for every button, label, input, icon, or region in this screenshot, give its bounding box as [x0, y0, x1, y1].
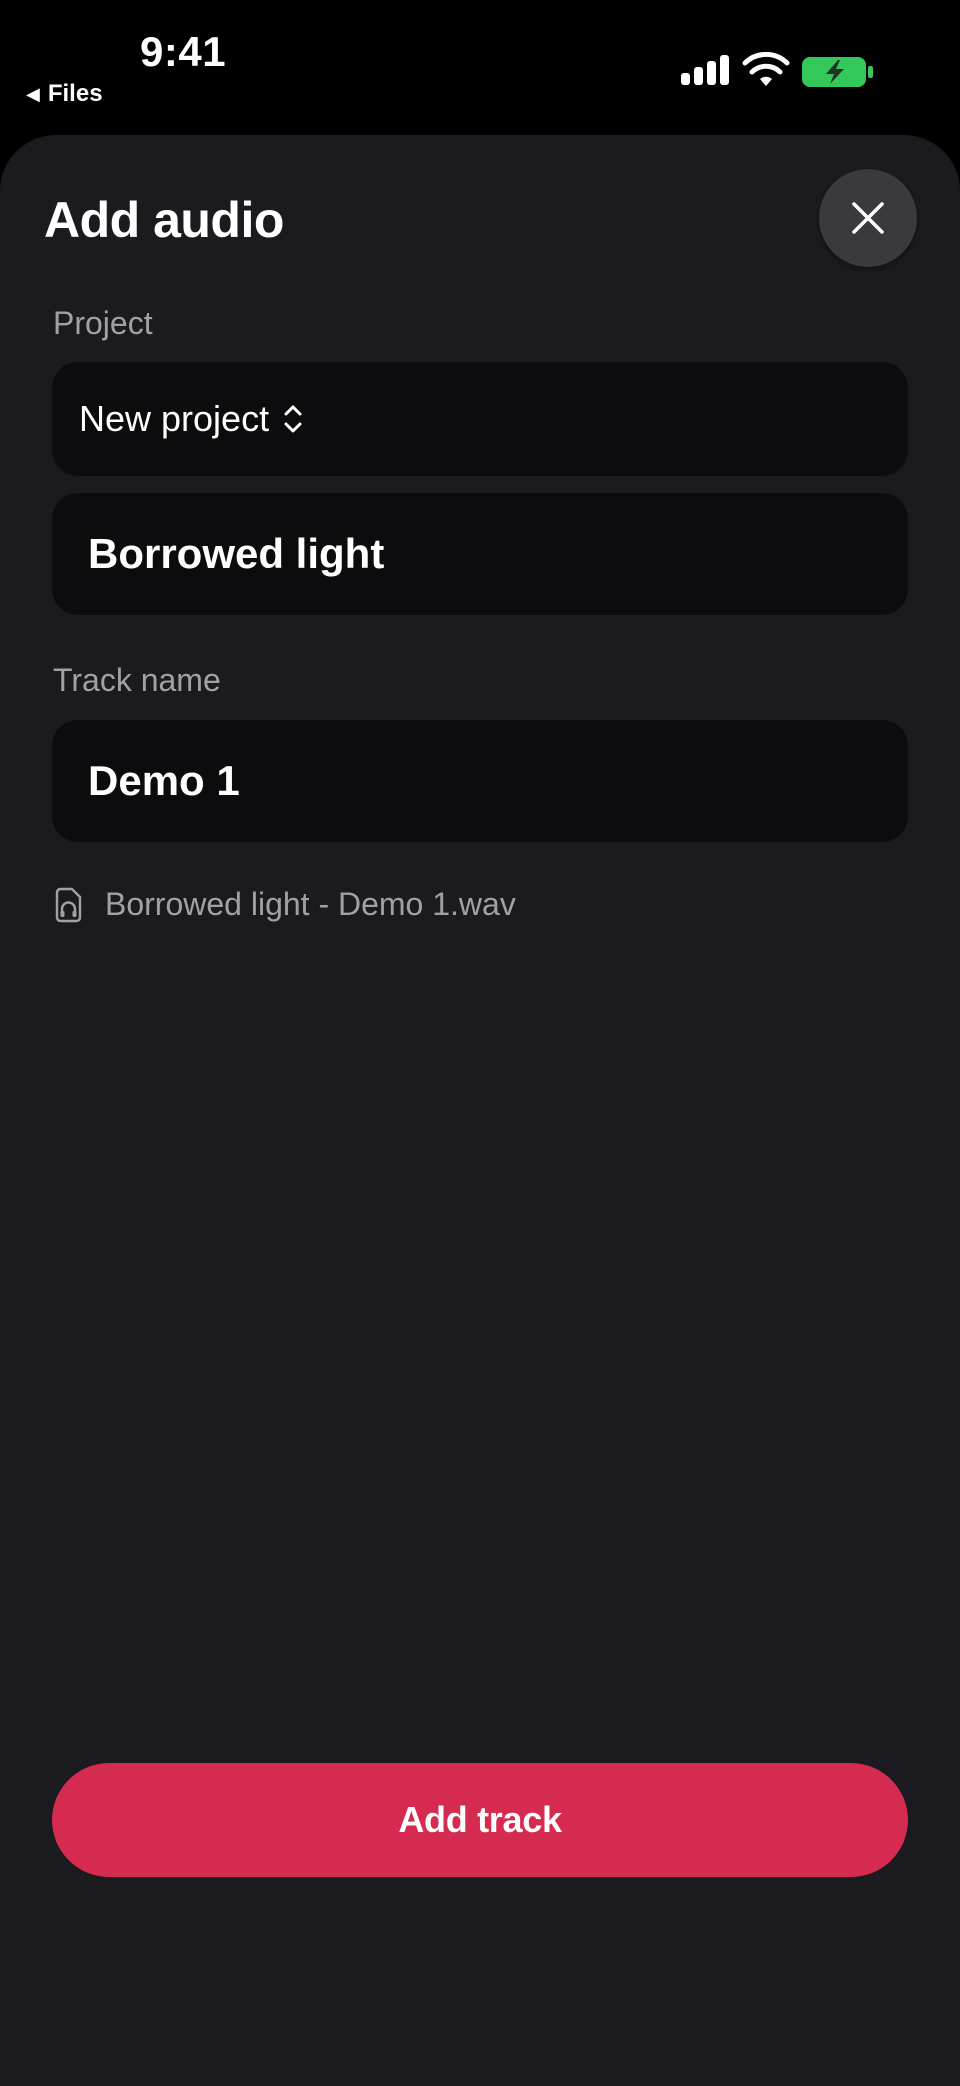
- battery-charging-icon: [802, 57, 873, 87]
- audio-file-icon: [55, 887, 82, 922]
- file-name-line: Borrowed light - Demo 1.wav: [53, 886, 516, 923]
- wifi-icon: [742, 52, 790, 86]
- back-to-files-link[interactable]: ◀ Files: [26, 80, 103, 108]
- back-label: Files: [47, 80, 103, 107]
- cellular-signal-icon: [681, 55, 729, 85]
- add-track-label: Add track: [398, 1799, 562, 1840]
- track-name-field[interactable]: Demo 1: [52, 720, 908, 842]
- chevron-up-down-icon: [284, 405, 302, 433]
- track-name-value: Demo 1: [88, 757, 240, 804]
- back-triangle-icon: ◀: [26, 83, 40, 104]
- screen: 9:41 ◀ Files Add audio Project New proje…: [0, 0, 960, 2086]
- close-icon: [852, 202, 884, 234]
- file-name: Borrowed light - Demo 1.wav: [105, 886, 516, 922]
- project-name-field[interactable]: Borrowed light: [52, 493, 908, 615]
- status-time: 9:41: [140, 28, 227, 75]
- project-select-value: New project: [79, 398, 270, 439]
- project-label: Project: [53, 305, 153, 341]
- close-button[interactable]: [819, 169, 917, 267]
- project-name-value: Borrowed light: [88, 530, 385, 577]
- sheet-title: Add audio: [44, 192, 284, 248]
- track-name-label: Track name: [53, 662, 221, 698]
- add-track-button[interactable]: Add track: [52, 1763, 908, 1877]
- project-select[interactable]: New project: [52, 362, 908, 476]
